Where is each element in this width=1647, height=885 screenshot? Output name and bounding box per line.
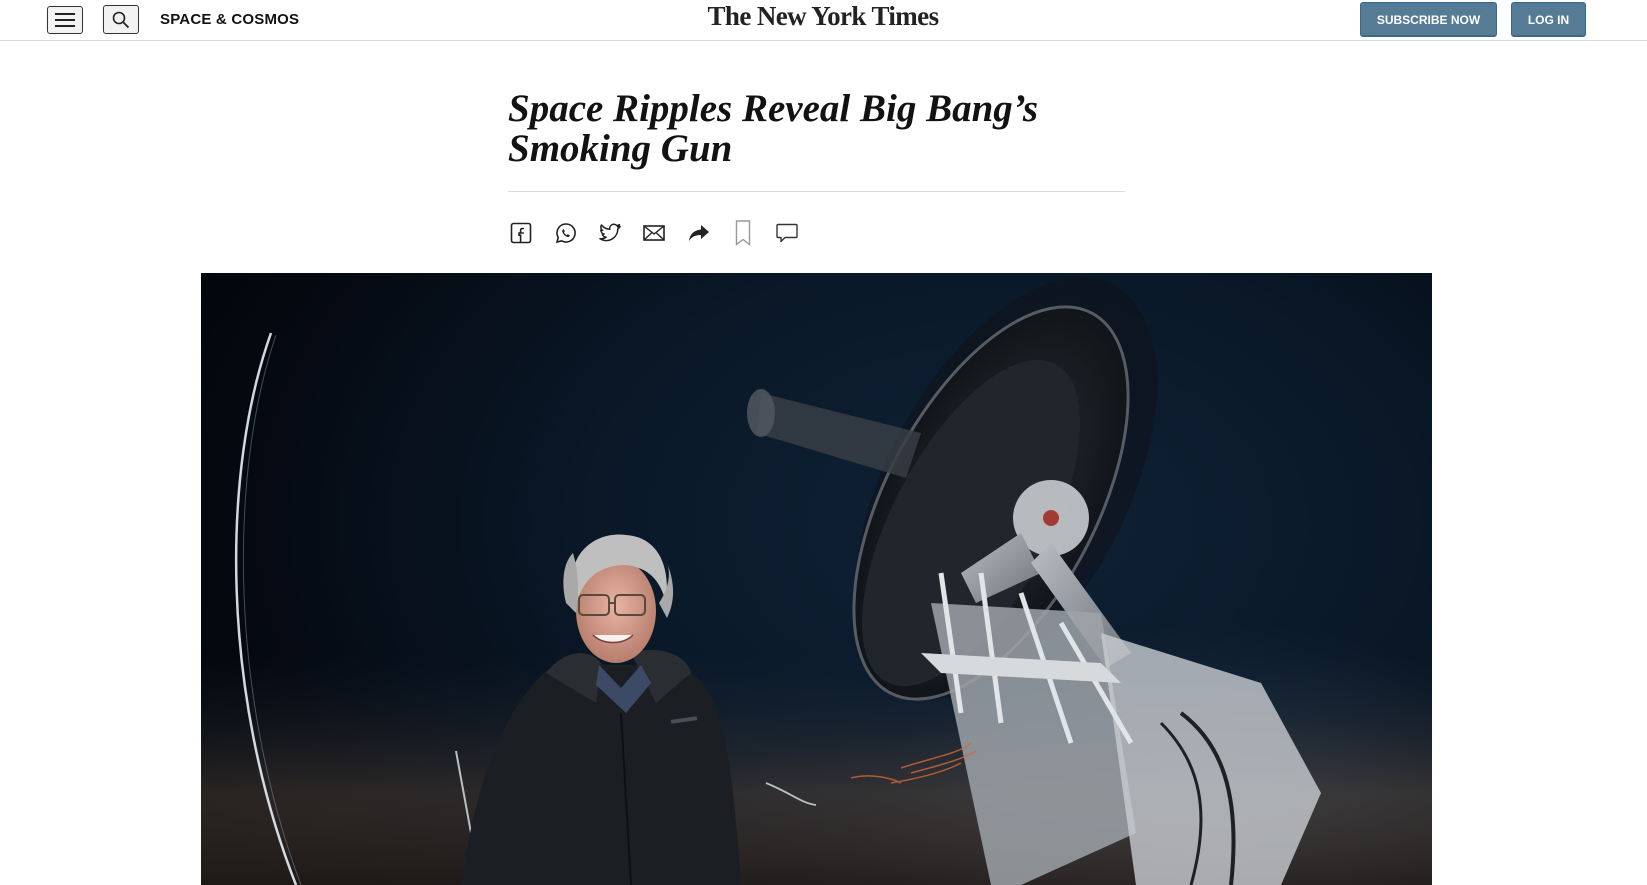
more-share-button[interactable] — [686, 220, 712, 246]
hamburger-menu-button[interactable] — [47, 6, 83, 34]
email-icon — [643, 225, 665, 241]
twitter-icon — [599, 223, 621, 242]
lead-photo — [201, 273, 1432, 885]
hamburger-menu-icon — [55, 13, 75, 27]
search-button[interactable] — [103, 5, 139, 34]
comments-button[interactable] — [774, 220, 800, 246]
facebook-share-button[interactable] — [508, 220, 534, 246]
article-headline: Space Ripples Reveal Big Bang’s Smoking … — [508, 87, 1039, 170]
nyt-logo[interactable]: The New York Times — [700, 0, 946, 34]
subscribe-button[interactable]: SUBSCRIBE NOW — [1360, 2, 1497, 37]
twitter-share-button[interactable] — [597, 220, 623, 246]
email-share-button[interactable] — [641, 220, 667, 246]
login-button[interactable]: LOG IN — [1511, 2, 1586, 37]
facebook-icon — [510, 222, 532, 244]
comment-icon — [776, 223, 798, 243]
share-icon — [689, 225, 709, 241]
save-article-button[interactable] — [730, 220, 756, 246]
whatsapp-icon — [555, 223, 576, 244]
section-link[interactable]: SPACE & COSMOS — [160, 11, 299, 28]
whatsapp-share-button[interactable] — [553, 220, 579, 246]
headline-divider — [508, 191, 1125, 192]
search-icon — [112, 11, 130, 28]
bookmark-icon — [735, 220, 751, 246]
top-bar: SPACE & COSMOS The New York Times SUBSCR… — [0, 0, 1647, 41]
